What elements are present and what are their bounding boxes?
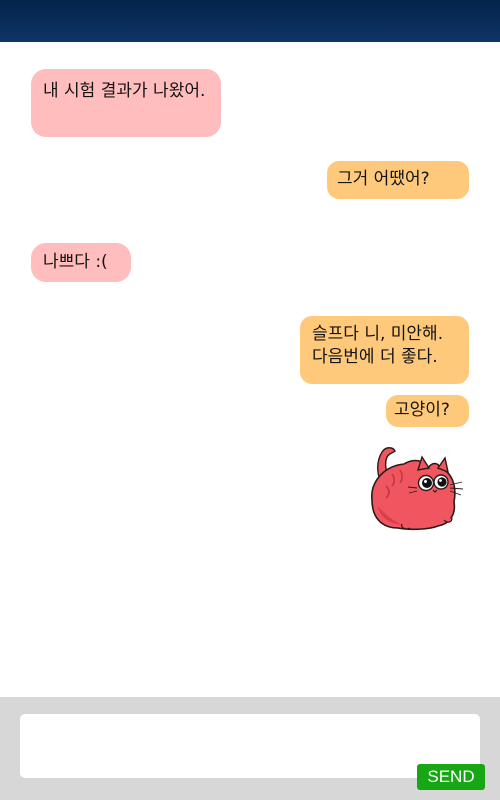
outgoing-message-bubble: 슬프다 니, 미안해. 다음번에 더 좋다. [300,316,469,384]
incoming-message-bubble: 내 시험 결과가 나왔어. [31,69,221,137]
outgoing-message-bubble: 고양이? [386,395,469,427]
message-input[interactable] [20,714,480,778]
send-button[interactable]: SEND [417,764,485,790]
composer-bar: SEND [0,697,500,800]
cat-sticker-icon [371,447,464,531]
incoming-message-bubble: 나쁘다 :( [31,243,131,282]
outgoing-message-bubble: 그거 어땠어? [327,161,469,199]
top-bar [0,0,500,42]
chat-app: 내 시험 결과가 나왔어. 그거 어땠어? 나쁘다 :( 슬프다 니, 미안해.… [0,0,500,800]
message-list[interactable]: 내 시험 결과가 나왔어. 그거 어땠어? 나쁘다 :( 슬프다 니, 미안해.… [0,42,500,697]
